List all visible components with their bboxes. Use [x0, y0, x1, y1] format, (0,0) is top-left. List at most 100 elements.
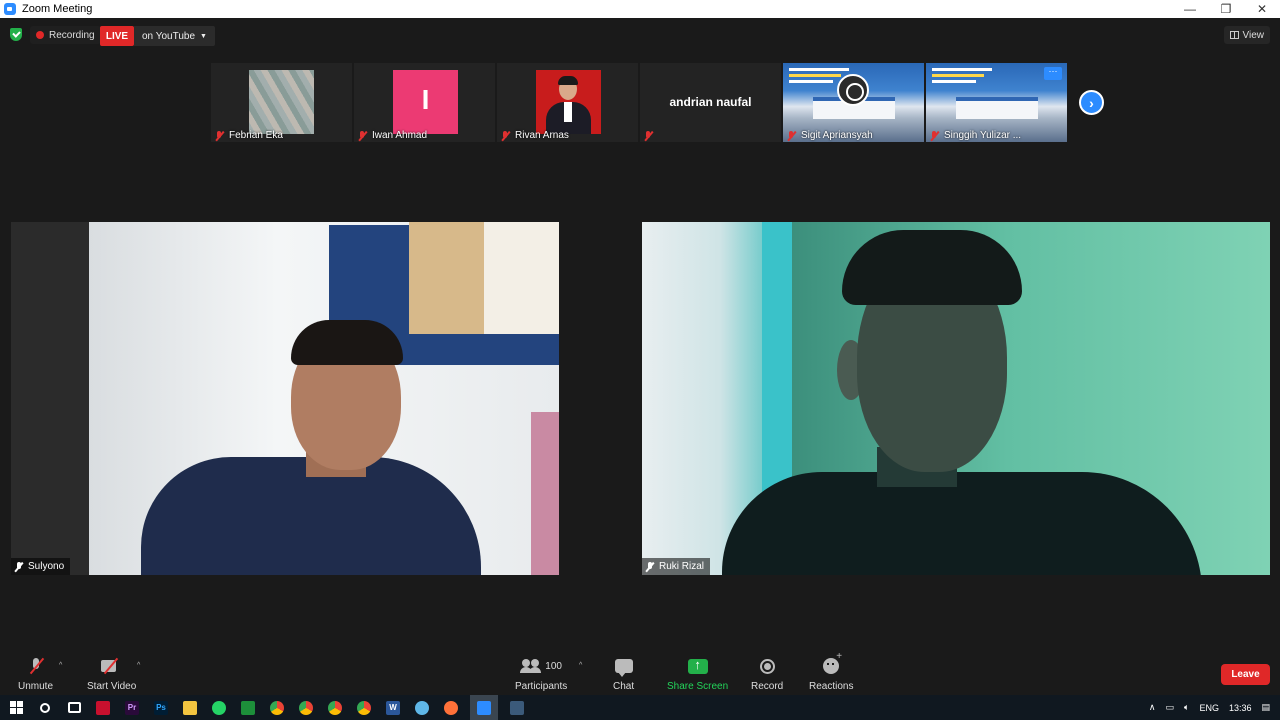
record-label: Record	[751, 681, 784, 692]
notepad-icon[interactable]	[507, 700, 527, 716]
stream-target-dropdown[interactable]: on YouTube ▼	[134, 26, 215, 46]
tray-chevron-up-icon[interactable]: ∧	[1149, 702, 1156, 713]
video-options-caret-icon[interactable]: ^	[137, 662, 140, 669]
live-badge[interactable]: LIVE	[100, 26, 134, 46]
profile-picture	[536, 70, 601, 134]
view-label: View	[1242, 29, 1265, 41]
record-dot-icon	[36, 31, 44, 39]
whatsapp-icon[interactable]	[209, 700, 229, 716]
participant-name-tag: Sigit Apriansyah	[787, 130, 873, 141]
unmute-label: Unmute	[18, 681, 54, 692]
participant-thumbnail[interactable]: ··· Singgih Yulizar ...	[926, 63, 1067, 142]
window-title-bar: Zoom Meeting — ❐ ✕	[0, 0, 1280, 18]
security-shield-icon[interactable]	[10, 28, 22, 41]
avatar-letter-tile: I	[393, 70, 458, 134]
language-indicator[interactable]: ENG	[1199, 703, 1219, 713]
avatar-letter: I	[421, 84, 430, 115]
recording-indicator[interactable]: Recording	[30, 26, 101, 44]
participant-name-tag: Rivan Arnas	[501, 130, 569, 141]
smiley-reaction-icon	[823, 651, 842, 674]
file-explorer-icon[interactable]	[180, 700, 200, 716]
photoshop-icon[interactable]: Ps	[151, 700, 171, 716]
clock[interactable]: 13:36	[1229, 703, 1252, 713]
app-red-icon[interactable]	[93, 700, 113, 716]
participant-name-tag: Singgih Yulizar ...	[930, 130, 1021, 141]
share-screen-icon	[687, 657, 708, 674]
windows-start-icon[interactable]	[6, 700, 26, 716]
participant-name: Ruki Rizal	[659, 561, 705, 572]
chat-button[interactable]: Chat	[613, 656, 634, 692]
mic-muted-icon	[501, 130, 510, 141]
unmute-button[interactable]: Unmute	[18, 656, 53, 692]
person-body	[722, 472, 1202, 575]
participant-name: Rivan Arnas	[515, 130, 569, 141]
participant-name: Sigit Apriansyah	[801, 130, 873, 141]
notifications-icon[interactable]: ▤	[1261, 702, 1270, 713]
participant-name-tag: Febrian Eka	[215, 130, 283, 141]
participant-name-tag	[644, 131, 658, 141]
video-name-tag: Sulyono	[11, 558, 71, 575]
start-video-button[interactable]: Start Video	[87, 656, 136, 692]
participants-options-caret-icon[interactable]: ^	[579, 662, 582, 669]
chrome-icon[interactable]	[296, 700, 316, 716]
participant-name: Singgih Yulizar ...	[944, 130, 1022, 141]
camera-off-icon	[100, 659, 123, 673]
next-page-chevron-right-icon[interactable]: ›	[1079, 90, 1104, 115]
participant-thumbnail[interactable]: I Iwan Ahmad	[354, 63, 495, 142]
participant-thumbnail-strip: Febrian Eka I Iwan Ahmad Rivan Arnas and…	[211, 63, 1069, 142]
participant-thumbnail[interactable]: Sigit Apriansyah	[783, 63, 924, 142]
mic-muted-icon	[215, 130, 224, 141]
reactions-label: Reactions	[809, 681, 854, 692]
video-tile-speaker-left[interactable]: Sulyono	[11, 222, 559, 575]
participant-name: Febrian Eka	[229, 130, 283, 141]
network-icon[interactable]: ▭	[1166, 702, 1175, 713]
word-icon[interactable]: W	[383, 700, 403, 716]
reactions-button[interactable]: Reactions	[809, 651, 854, 692]
mic-muted-icon	[15, 561, 23, 572]
participant-name: Sulyono	[28, 561, 65, 572]
stream-target-label: on YouTube	[142, 30, 196, 42]
chat-bubble-icon	[614, 659, 633, 677]
speaker-icon[interactable]: 🔈︎	[1184, 702, 1189, 713]
meeting-controls-toolbar: Unmute ^ Start Video ^ 100 Participants …	[0, 650, 1280, 695]
chrome-icon[interactable]	[354, 700, 374, 716]
windows-taskbar: Pr Ps W ∧ ▭ 🔈︎ ENG 13:36 ▤	[0, 695, 1280, 720]
minimize-button[interactable]: —	[1172, 0, 1208, 18]
start-video-label: Start Video	[87, 681, 137, 692]
chevron-down-icon: ▼	[200, 32, 207, 40]
microphone-muted-icon	[30, 658, 42, 674]
participants-label: Participants	[515, 681, 568, 692]
more-options-icon[interactable]: ···	[1044, 67, 1062, 80]
close-button[interactable]: ✕	[1244, 0, 1280, 18]
mic-muted-icon	[787, 130, 796, 141]
chrome-icon[interactable]	[267, 700, 287, 716]
view-button[interactable]: View	[1223, 26, 1270, 44]
participant-name: Iwan Ahmad	[372, 130, 428, 141]
record-button[interactable]: Record	[751, 656, 783, 692]
search-icon[interactable]	[35, 700, 55, 716]
participant-thumbnail[interactable]: andrian naufal	[640, 63, 781, 142]
participants-icon	[520, 659, 542, 673]
zoom-app-icon[interactable]	[470, 695, 498, 720]
chat-label: Chat	[613, 681, 635, 692]
share-screen-label: Share Screen	[667, 681, 729, 692]
gallery-view-icon	[1229, 31, 1239, 39]
leave-meeting-button[interactable]: Leave	[1221, 664, 1270, 685]
share-screen-button[interactable]: Share Screen	[667, 656, 729, 693]
participants-button[interactable]: 100 Participants	[515, 656, 567, 692]
firefox-icon[interactable]	[441, 700, 461, 716]
obs-logo-icon	[837, 74, 869, 106]
chrome-icon[interactable]	[325, 700, 345, 716]
browser-icon[interactable]	[412, 700, 432, 716]
video-tile-speaker-right[interactable]: Ruki Rizal	[642, 222, 1270, 575]
green-app-icon[interactable]	[238, 700, 258, 716]
audio-options-caret-icon[interactable]: ^	[59, 662, 62, 669]
premiere-icon[interactable]: Pr	[122, 700, 142, 716]
window-controls: — ❐ ✕	[1172, 0, 1280, 18]
restore-button[interactable]: ❐	[1208, 0, 1244, 18]
participants-count: 100	[545, 660, 562, 672]
participant-thumbnail[interactable]: Rivan Arnas	[497, 63, 638, 142]
participant-thumbnail[interactable]: Febrian Eka	[211, 63, 352, 142]
task-view-icon[interactable]	[64, 700, 84, 716]
mic-muted-icon	[646, 561, 654, 572]
